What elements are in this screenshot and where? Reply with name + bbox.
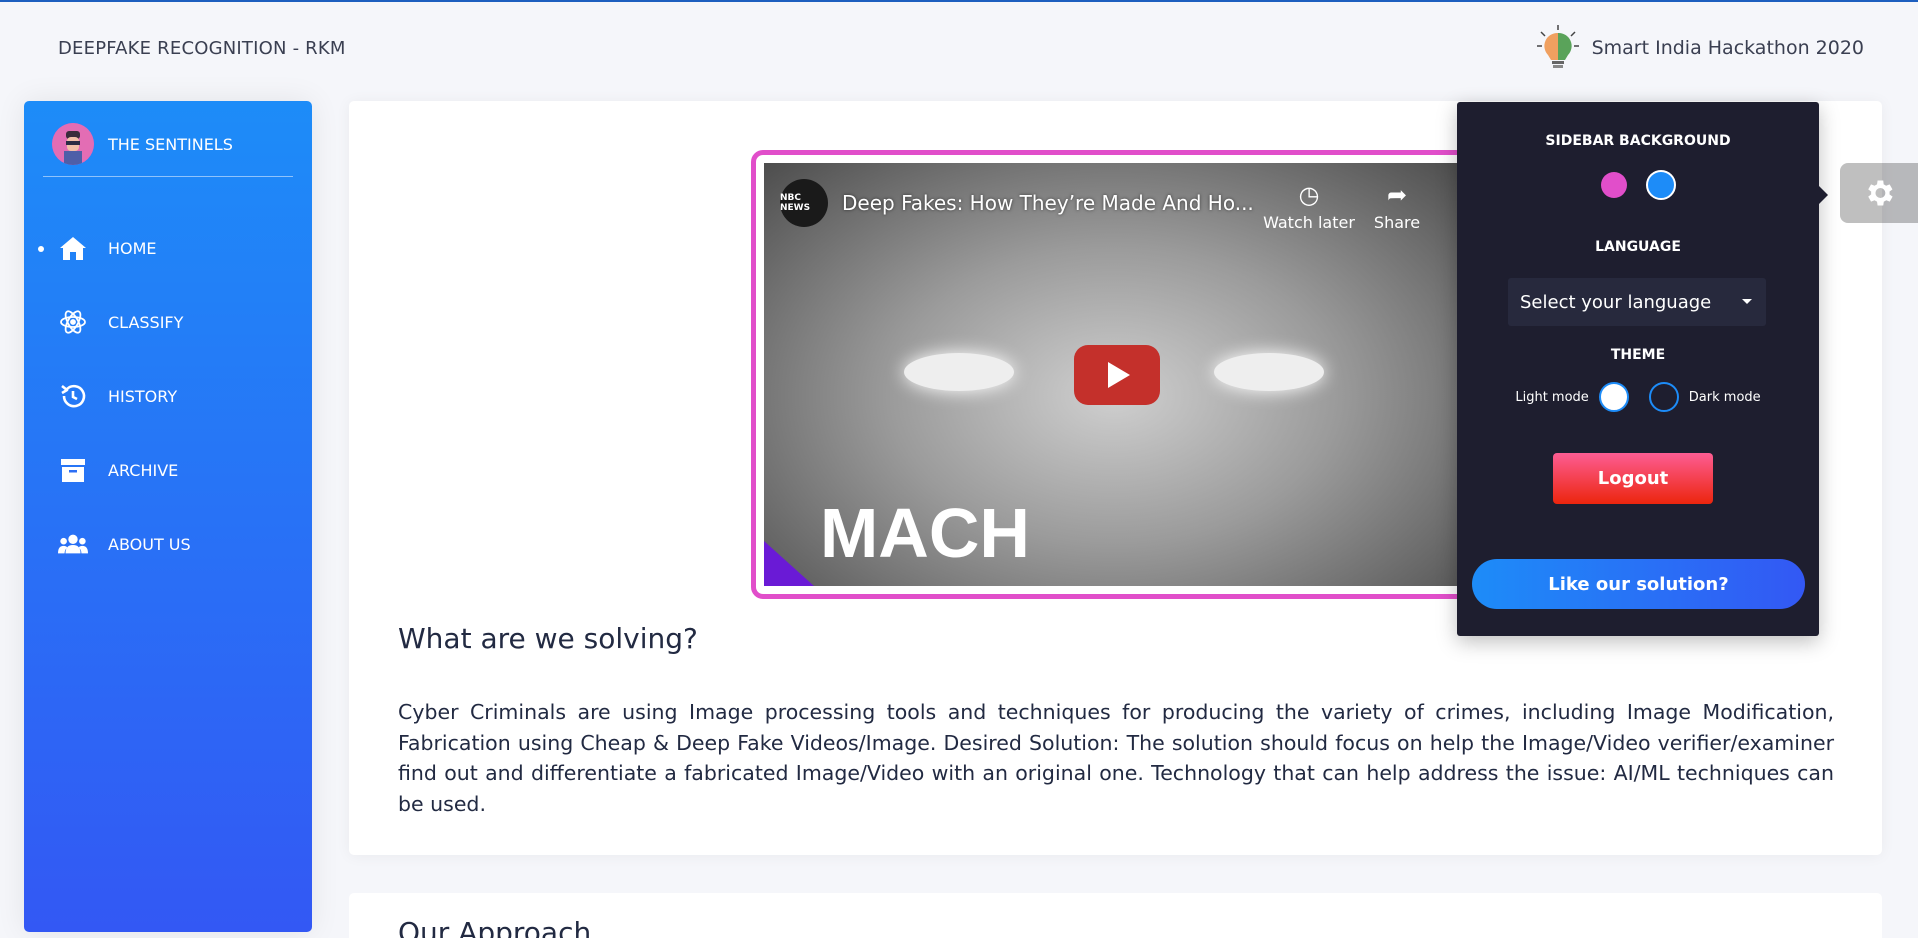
swatch-primary[interactable] (1601, 172, 1627, 198)
users-icon (58, 529, 88, 559)
corner-decoration (764, 541, 814, 586)
video-thumbnail[interactable]: NBC NEWS Deep Fakes: How They’re Made An… (764, 163, 1464, 586)
dark-mode-label: Dark mode (1688, 389, 1761, 405)
history-icon (58, 381, 88, 411)
language-select-value: Select your language (1520, 291, 1712, 313)
sidebar-item-history[interactable]: HISTORY (24, 359, 312, 433)
play-button[interactable] (1074, 345, 1160, 405)
sidebar: THE SENTINELS HOME CLASSIFY HISTORY ARCH… (24, 101, 312, 932)
language-select[interactable]: Select your language (1508, 278, 1766, 326)
video-embed[interactable]: NBC NEWS Deep Fakes: How They’re Made An… (751, 150, 1471, 599)
sidebar-item-about-us[interactable]: ABOUT US (24, 507, 312, 581)
sidebar-item-label: CLASSIFY (108, 312, 184, 332)
problem-description: Cyber Criminals are using Image processi… (398, 700, 1834, 816)
channel-logo[interactable]: NBC NEWS (780, 179, 828, 227)
light-mode-label: Light mode (1515, 389, 1589, 405)
archive-icon (58, 455, 88, 485)
language-heading: LANGUAGE (1595, 239, 1681, 255)
home-icon (58, 233, 88, 263)
logout-button[interactable]: Logout (1553, 453, 1713, 504)
theme-heading: THEME (1610, 347, 1666, 363)
sidebar-item-home[interactable]: HOME (24, 211, 312, 285)
active-indicator (38, 246, 44, 252)
settings-toggle-button[interactable] (1840, 163, 1918, 223)
hackathon-badge: Smart India Hackathon 2020 (1536, 24, 1864, 72)
share-label: Share (1373, 213, 1421, 232)
lightbulb-brain-icon (1536, 25, 1579, 68)
sidebar-item-label: ARCHIVE (108, 460, 179, 480)
sidebar-item-classify[interactable]: CLASSIFY (24, 285, 312, 359)
swatch-blue-selected[interactable] (1646, 170, 1676, 200)
watch-later-label: Watch later (1263, 213, 1355, 232)
theme-toggle[interactable]: Light mode Dark mode (1457, 382, 1819, 412)
share-icon: ➦ (1386, 181, 1408, 209)
share-button[interactable]: ➦ Share (1347, 181, 1447, 232)
eye-highlight-left (904, 353, 1014, 391)
chevron-down-icon (1742, 299, 1752, 304)
watch-later-button[interactable]: ◷ Watch later (1259, 181, 1359, 232)
approach-heading: Our Approach (398, 916, 592, 938)
gear-icon (1868, 180, 1893, 206)
atom-icon (58, 307, 88, 337)
sidebar-item-archive[interactable]: ARCHIVE (24, 433, 312, 507)
settings-dropdown: SIDEBAR BACKGROUND LANGUAGE Select your … (1457, 102, 1828, 636)
team-name: THE SENTINELS (108, 134, 233, 154)
top-accent-line (0, 0, 1918, 2)
avatar (52, 123, 94, 165)
sidebar-nav: HOME CLASSIFY HISTORY ARCHIVE ABOUT US (24, 211, 312, 581)
video-overlay-text: MACH (820, 494, 1030, 572)
sidebar-divider (43, 176, 293, 177)
eye-highlight-right (1214, 353, 1324, 391)
sidebar-item-label: HISTORY (108, 386, 178, 406)
like-solution-button[interactable]: Like our solution? (1472, 559, 1805, 609)
play-icon (1108, 362, 1130, 388)
team-profile[interactable]: THE SENTINELS (52, 123, 233, 165)
video-title[interactable]: Deep Fakes: How They’re Made And Ho... (842, 191, 1254, 215)
light-mode-toggle[interactable] (1598, 382, 1629, 412)
hackathon-label: Smart India Hackathon 2020 (1591, 37, 1864, 59)
clock-icon: ◷ (1298, 181, 1320, 209)
sidebar-item-label: HOME (108, 238, 157, 258)
sidebar-item-label: ABOUT US (108, 534, 191, 554)
app-brand-title: DEEPFAKE RECOGNITION - RKM (58, 38, 346, 59)
sidebar-background-heading: SIDEBAR BACKGROUND (1545, 133, 1731, 149)
dark-mode-toggle[interactable] (1648, 382, 1679, 412)
section-heading: What are we solving? (398, 622, 698, 655)
